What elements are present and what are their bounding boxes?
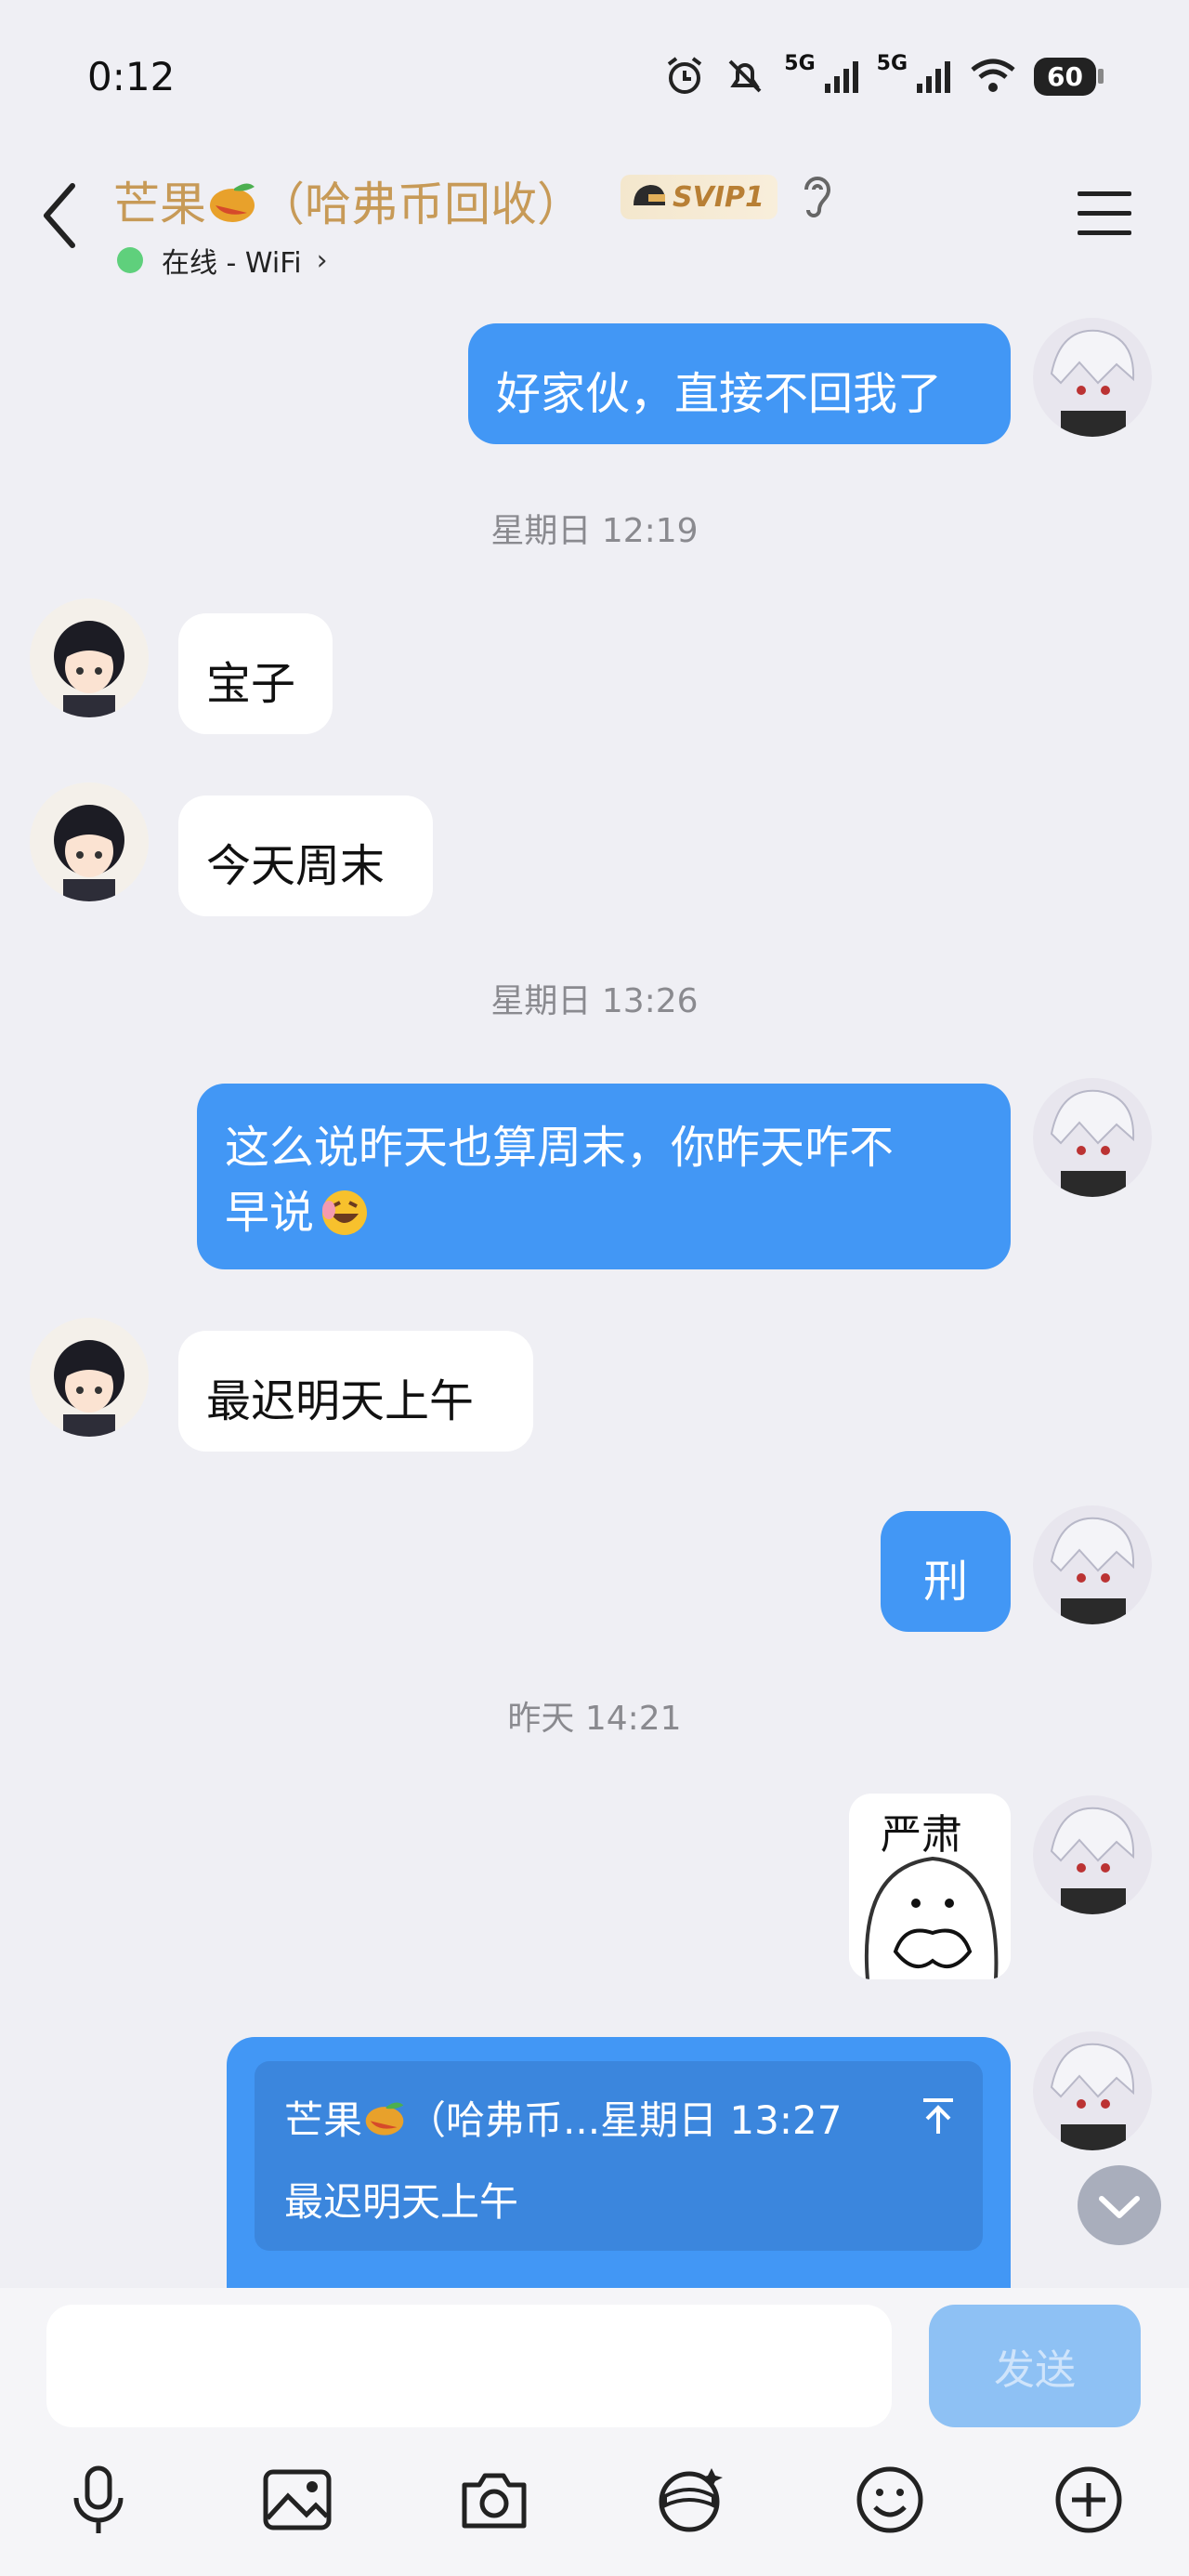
mango-emoji-icon [210,183,255,222]
message-text-line-2-text: 早说 [225,1187,315,1239]
message-text: 刑 [922,1556,968,1608]
message-bubble-received[interactable]: 宝子 [178,613,333,734]
microphone-icon[interactable] [61,2463,136,2537]
quoted-time: 星期日 13:27 [600,2097,843,2143]
send-button[interactable]: 发送 [929,2305,1141,2427]
ear-icon[interactable] [799,173,836,221]
svip-badge[interactable]: SVIP1 [621,175,777,219]
timestamp: 星期日 12:19 [490,512,699,550]
message-text-line-2: 早说 [225,1180,983,1245]
online-status-text: 在线 - WiFi [162,247,302,280]
contact-avatar[interactable] [30,1318,149,1437]
sticker-face-icon [864,1856,999,1979]
message-input[interactable] [46,2305,892,2427]
mango-emoji-icon [365,2101,404,2136]
signal-5g-label-2: 5G [876,51,908,75]
menu-icon[interactable] [1076,188,1133,240]
my-avatar[interactable] [1033,1505,1152,1624]
message-text: 好家伙，直接不回我了 [496,368,943,420]
arrow-up-icon[interactable] [920,2096,957,2137]
image-icon[interactable] [260,2463,334,2537]
sticker-message[interactable]: 严肃 [849,1794,1011,1979]
message-text: 今天周末 [206,840,385,892]
message-bubble-sent[interactable]: 刑 [881,1511,1011,1632]
contact-avatar[interactable] [30,598,149,717]
quoted-sender-prefix: 芒果 [284,2097,363,2143]
quoted-text: 最迟明天上午 [284,2179,519,2225]
status-icons: 5G 5G 60 [663,51,1104,99]
quoted-message[interactable]: 芒果 （哈弗币... 星期日 13:27 最迟明天上午 [255,2061,983,2251]
message-text: 宝子 [206,658,296,710]
camera-icon[interactable] [457,2463,531,2537]
message-bubble-received[interactable]: 今天周末 [178,795,433,916]
wifi-icon [971,59,1015,92]
my-avatar[interactable] [1033,318,1152,437]
chat-title[interactable]: 芒果 （哈弗币回收） [113,167,583,234]
signal-5g-label-1: 5G [784,51,816,75]
quoted-sender-suffix: （哈弗币... [407,2097,601,2143]
online-dot [117,247,143,273]
chat-title-suffix: （哈弗币回收） [258,177,583,231]
svip-helmet-icon [634,185,665,205]
message-text-line-1: 这么说昨天也算周末，你昨天咋不 [225,1122,895,1174]
chat-title-prefix: 芒果 [113,177,206,231]
online-status[interactable]: 在线 - WiFi › [117,240,328,281]
svip-badge-label: SVIP1 [673,180,764,214]
emoji-icon[interactable] [853,2463,927,2537]
message-text: 最迟明天上午 [206,1375,475,1427]
plus-icon[interactable] [1052,2463,1126,2537]
signal-bars-icon [917,61,951,93]
battery-indicator: 60 [1034,57,1104,96]
quote-reply-bubble[interactable]: 芒果 （哈弗币... 星期日 13:27 最迟明天上午 [227,2037,1011,2307]
my-avatar[interactable] [1033,1078,1152,1197]
message-bubble-received[interactable]: 最迟明天上午 [178,1331,533,1452]
signal-bars-icon [824,61,858,93]
alarm-icon [668,57,702,94]
message-bubble-sent[interactable]: 好家伙，直接不回我了 [468,323,1011,444]
message-bubble-sent[interactable]: 这么说昨天也算周末，你昨天咋不 早说 [197,1084,1011,1269]
chevron-down-icon [1099,2196,1140,2218]
contact-avatar[interactable] [30,782,149,901]
mute-bell-icon [728,59,762,93]
chevron-right-icon: › [316,243,328,277]
my-avatar[interactable] [1033,1795,1152,1914]
grinning-emoji-icon [322,1190,368,1235]
scroll-to-bottom-button[interactable] [1078,2165,1161,2245]
status-time: 0:12 [87,54,176,99]
face-filter-icon[interactable] [654,2463,728,2537]
my-avatar[interactable] [1033,2031,1152,2150]
back-arrow-icon[interactable] [37,178,84,253]
timestamp: 昨天 14:21 [507,1700,682,1738]
timestamp: 星期日 13:26 [490,982,699,1020]
send-button-label: 发送 [994,2346,1076,2394]
quoted-header: 芒果 （哈弗币... 星期日 13:27 [284,2089,842,2146]
